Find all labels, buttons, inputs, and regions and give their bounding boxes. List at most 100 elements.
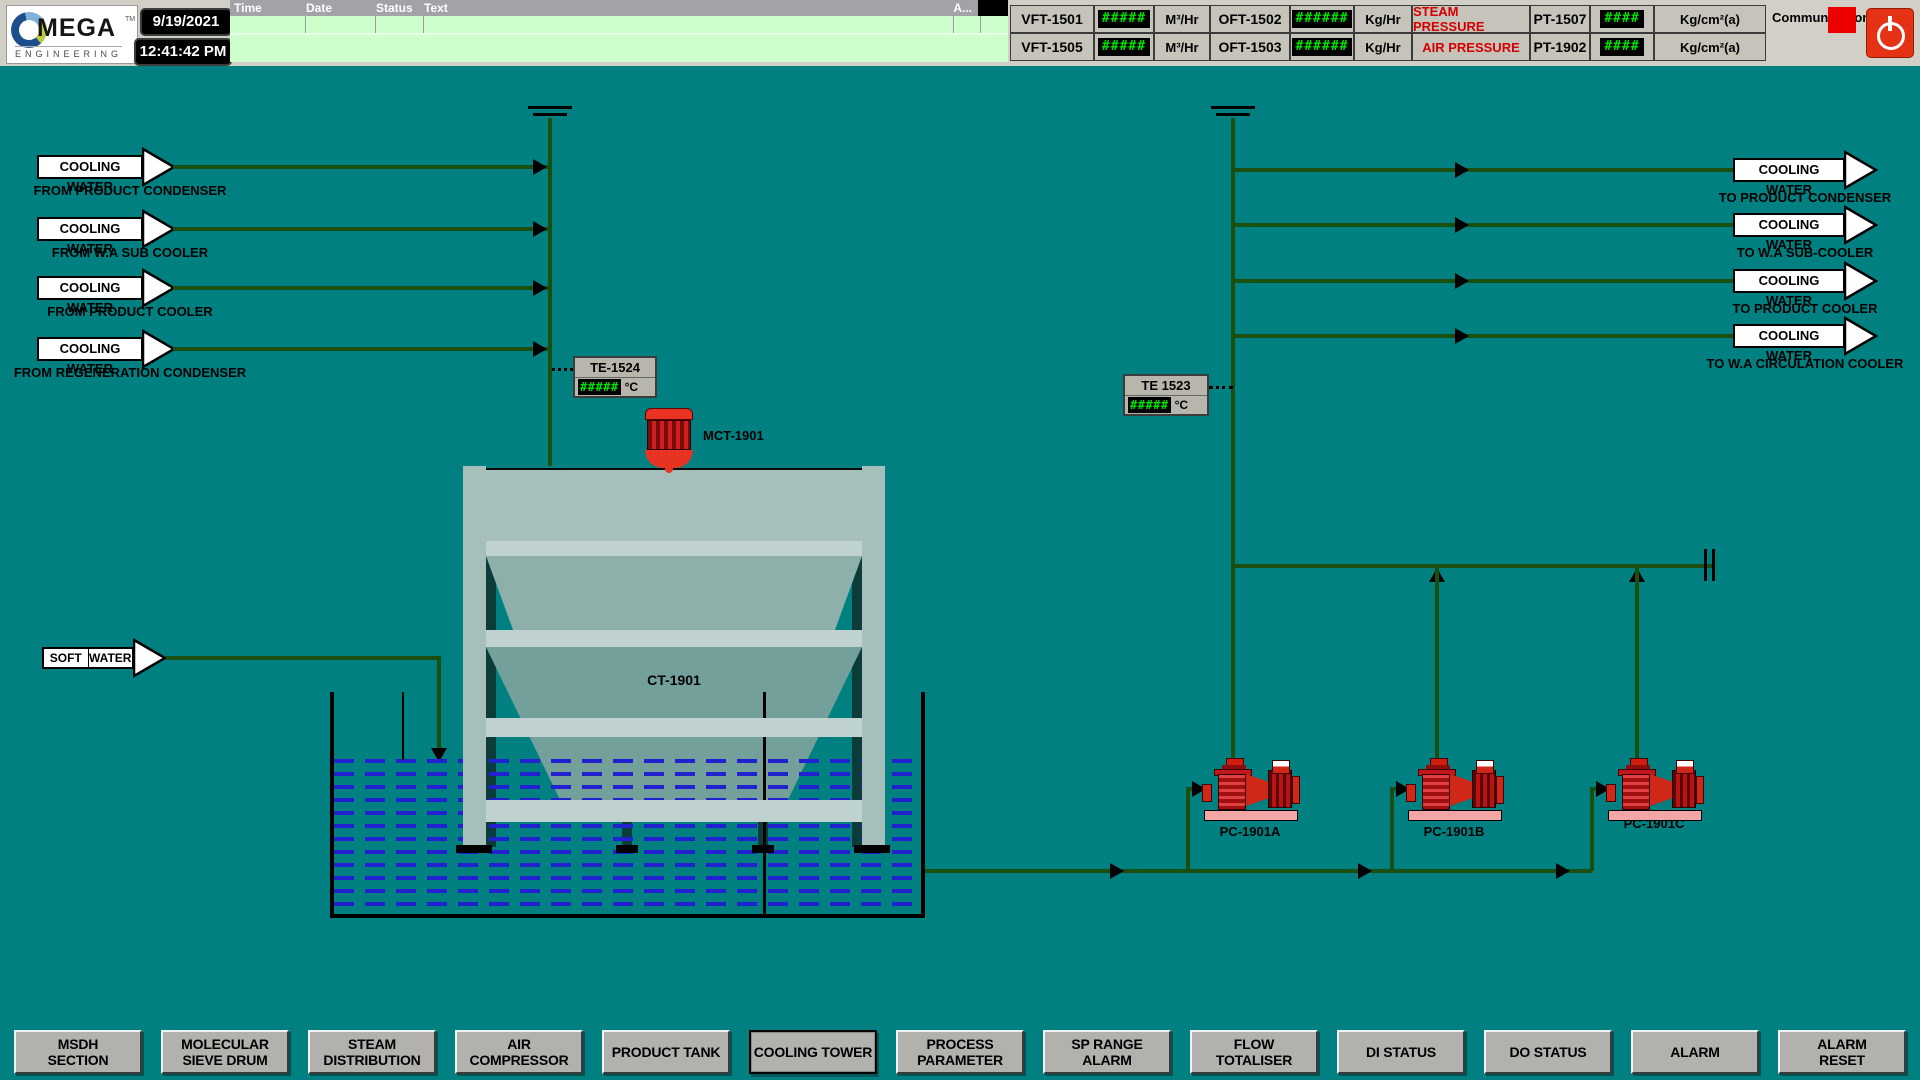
tower-plenum xyxy=(486,468,862,541)
pump-pc1901c xyxy=(1606,758,1702,824)
te1524-unit: °C xyxy=(625,380,638,394)
arrowhead-inlet-4 xyxy=(533,341,547,357)
inlet-label-4: COOLING WATER xyxy=(37,337,143,361)
pump-motor-cap xyxy=(1292,776,1300,804)
alarm-row-separator xyxy=(230,33,1008,35)
value-pt1507: #### xyxy=(1590,5,1654,33)
tag-oft1503: OFT-1503 xyxy=(1210,33,1290,61)
arrowhead-inlet-2 xyxy=(533,221,547,237)
alarm-col-time: Time xyxy=(234,0,262,16)
tower-beam-basin xyxy=(463,800,885,822)
arrowhead-inlet-3 xyxy=(533,280,547,296)
te1523-lcd: ##### xyxy=(1128,397,1171,413)
alarm-divider xyxy=(953,16,954,33)
pipe-outlet-2 xyxy=(1235,223,1733,227)
pipe-outlet-4 xyxy=(1235,334,1733,338)
basin-overflow-line xyxy=(402,692,404,760)
tower-foot xyxy=(752,845,774,853)
nav-cooling-tower[interactable]: COOLING TOWER xyxy=(749,1030,877,1074)
arrowhead-inlet-1 xyxy=(533,159,547,175)
outlet-label-1: COOLING WATER xyxy=(1733,158,1845,182)
power-button[interactable] xyxy=(1866,8,1914,58)
pump-pc1901b xyxy=(1406,758,1502,824)
nav-steam-distribution[interactable]: STEAMDISTRIBUTION xyxy=(308,1030,436,1074)
te1524-indicator: TE-1524 ##### °C xyxy=(573,356,657,398)
te1524-tag: TE-1524 xyxy=(575,358,655,378)
pipe-outlet-1 xyxy=(1235,168,1733,172)
soft-water-label: SOFT WATER xyxy=(42,647,134,669)
tower-tag: CT-1901 xyxy=(486,672,862,688)
instrument-table: VFT-1501 ##### M³/Hr OFT-1502 ###### Kg/… xyxy=(1010,5,1766,61)
inlet-sub-3: FROM PRODUCT COOLER xyxy=(10,304,250,319)
pipe-pump-a-suction-v xyxy=(1186,789,1190,871)
nav-product-tank[interactable]: PRODUCT TANK xyxy=(602,1030,730,1074)
alarm-list-header: Time Date Status Text A... xyxy=(230,0,1008,16)
unit-oft1502: Kg/Hr xyxy=(1354,5,1412,33)
pipe-pump-c-suction-v xyxy=(1590,789,1594,871)
tag-vft1505: VFT-1505 xyxy=(1010,33,1094,61)
inlet-arrow-1 xyxy=(142,147,176,187)
alarm-rows-area[interactable] xyxy=(230,16,1008,62)
nav-sp-range-alarm[interactable]: SP RANGEALARM xyxy=(1043,1030,1171,1074)
logo-brand: MEGA xyxy=(37,14,116,43)
alarm-header-button[interactable] xyxy=(978,0,1008,16)
tower-beam xyxy=(486,630,862,647)
basin-floor xyxy=(330,914,925,918)
pump-column xyxy=(1422,774,1450,810)
nav-do-status[interactable]: DO STATUS xyxy=(1484,1030,1612,1074)
lcd-vft1501: ##### xyxy=(1098,10,1150,28)
pump-pc1901a xyxy=(1202,758,1298,824)
alarm-list: Time Date Status Text A... xyxy=(230,0,1008,62)
pipe-inlet-4 xyxy=(173,347,550,351)
pump-motor xyxy=(1268,770,1292,808)
nav-msdh-section[interactable]: MSDHSECTION xyxy=(14,1030,142,1074)
outlet-sub-3: TO PRODUCT COOLER xyxy=(1690,301,1920,316)
time-display: 12:41:42 PM xyxy=(134,38,232,66)
nav-flow-totaliser[interactable]: FLOWTOTALISER xyxy=(1190,1030,1318,1074)
tower-foot xyxy=(456,845,492,853)
nav-alarm[interactable]: ALARM xyxy=(1631,1030,1759,1074)
inlet-label-3: COOLING WATER xyxy=(37,276,143,300)
nav-alarm-reset[interactable]: ALARMRESET xyxy=(1778,1030,1906,1074)
basin-water xyxy=(334,759,921,914)
nav-di-status[interactable]: DI STATUS xyxy=(1337,1030,1465,1074)
te1523-connector xyxy=(1209,386,1233,389)
value-vft1505: ##### xyxy=(1094,33,1154,61)
lcd-pt1902: #### xyxy=(1600,38,1643,56)
outlet-label-2: COOLING WATER xyxy=(1733,213,1845,237)
soft-water-right: WATER xyxy=(88,649,133,667)
pump-column xyxy=(1218,774,1246,810)
unit-pt1507: Kg/cm²(a) xyxy=(1654,5,1766,33)
basin-wall-left xyxy=(330,692,334,918)
unit-pt1902: Kg/cm²(a) xyxy=(1654,33,1766,61)
te1523-tag: TE 1523 xyxy=(1125,376,1207,396)
logo-trademark: TM xyxy=(125,16,135,23)
nav-molecular-sieve-drum[interactable]: MOLECULARSIEVE DRUM xyxy=(161,1030,289,1074)
te1524-lcd: ##### xyxy=(578,379,621,395)
nav-process-parameter[interactable]: PROCESSPARAMETER xyxy=(896,1030,1024,1074)
motor-cap xyxy=(645,408,693,420)
pump-motor xyxy=(1672,770,1696,808)
soft-water-left: SOFT xyxy=(44,649,88,667)
value-pt1902: #### xyxy=(1590,33,1654,61)
inlet-arrow-4 xyxy=(142,329,176,369)
pump-baseplate xyxy=(1204,810,1298,821)
alarm-col-date: Date xyxy=(306,0,332,16)
navigation-bar: MSDHSECTION MOLECULARSIEVE DRUM STEAMDIS… xyxy=(0,1030,1920,1074)
pump-junction-box xyxy=(1476,760,1494,774)
arrowhead-outlet-1 xyxy=(1455,162,1469,178)
outlet-sub-4: TO W.A CIRCULATION COOLER xyxy=(1690,356,1920,371)
te1523-indicator: TE 1523 ##### °C xyxy=(1123,374,1209,416)
outlet-sub-2: TO W.A SUB-COOLER xyxy=(1690,245,1920,260)
te1524-connector xyxy=(552,368,573,371)
pipe-inlet-2 xyxy=(173,227,550,231)
company-logo: MEGA TM ENGINEERING xyxy=(6,5,138,64)
tower-beam xyxy=(486,541,862,556)
nav-air-compressor[interactable]: AIRCOMPRESSOR xyxy=(455,1030,583,1074)
fan-motor xyxy=(645,408,693,478)
pump-column xyxy=(1622,774,1650,810)
tower-leg-right xyxy=(862,466,885,847)
pump-b-tag: PC-1901B xyxy=(1396,824,1512,839)
unit-vft1501: M³/Hr xyxy=(1154,5,1210,33)
motor-fins xyxy=(647,420,691,450)
